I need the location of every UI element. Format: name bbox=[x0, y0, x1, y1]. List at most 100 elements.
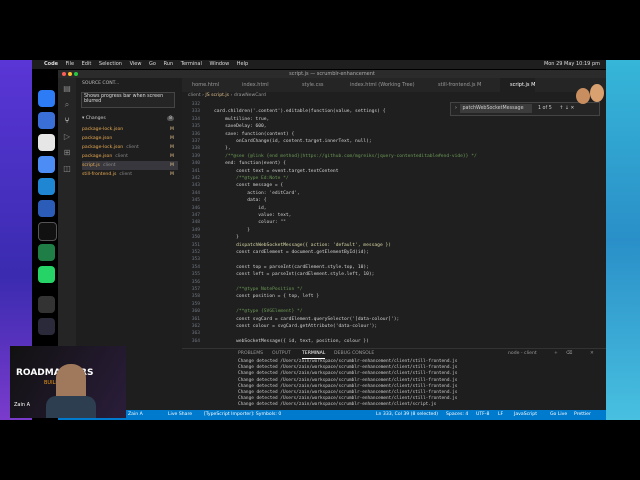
terminal-line: Change detected /Users/zain/workspace/sc… bbox=[238, 371, 458, 377]
code-editor[interactable]: 332 333 card.children('.content').editable… bbox=[182, 100, 606, 348]
menu-app[interactable]: Code bbox=[44, 61, 58, 67]
close-icon[interactable]: ✕ bbox=[590, 349, 594, 358]
file-name: package.json bbox=[82, 154, 113, 159]
extensions-icon[interactable]: ⊞ bbox=[62, 148, 72, 158]
go-live-button[interactable]: Go Live bbox=[550, 410, 567, 420]
code-line: card.children('.content').editable(funct… bbox=[214, 109, 386, 115]
line-number: 345 bbox=[191, 198, 200, 204]
line-number: 342 bbox=[191, 176, 200, 181]
line-number: 351 bbox=[191, 242, 200, 248]
changes-label: Changes bbox=[85, 116, 106, 121]
breadcrumb-file[interactable]: JS script.js bbox=[205, 93, 229, 98]
prettier-status[interactable]: Prettier bbox=[574, 410, 591, 420]
code-line: /**@type {SVGElement} */ bbox=[214, 309, 303, 315]
menu-view[interactable]: View bbox=[130, 61, 142, 67]
source-control-icon[interactable]: ⑂ bbox=[62, 116, 72, 126]
arrow-up-icon[interactable]: ↑ bbox=[559, 106, 563, 111]
menu-run[interactable]: Run bbox=[164, 61, 174, 67]
tab-output[interactable]: OUTPUT bbox=[272, 349, 291, 358]
live-share-button[interactable]: Live Share bbox=[168, 410, 192, 420]
breadcrumb-symbol[interactable]: drawNewCard bbox=[234, 93, 266, 98]
find-input[interactable]: patchWebSocketMessage bbox=[460, 104, 533, 113]
code-line: webSocketMessage({ id, text, position, c… bbox=[214, 338, 369, 344]
chevron-right-icon[interactable]: › bbox=[455, 106, 457, 111]
chrome-icon[interactable] bbox=[38, 134, 55, 151]
file-status: M bbox=[170, 163, 174, 168]
editor-tab[interactable]: index.html bbox=[232, 78, 269, 92]
editor-tab[interactable]: index.html (Working Tree) bbox=[340, 78, 415, 92]
changed-file-row[interactable]: package.json client M bbox=[82, 152, 178, 161]
line-number: 341 bbox=[191, 168, 200, 174]
menu-help[interactable]: Help bbox=[237, 61, 248, 67]
file-name: package-lock.json bbox=[82, 145, 124, 150]
changed-file-row[interactable]: package-lock.json M bbox=[82, 125, 178, 134]
code-line: const colour = svgCard.getAttribute('dat… bbox=[214, 324, 378, 329]
liveshare-user[interactable]: Zain A bbox=[128, 410, 143, 420]
changed-file-row[interactable]: package.json M bbox=[82, 134, 178, 143]
line-number: 358 bbox=[191, 294, 200, 300]
menu-edit[interactable]: Edit bbox=[82, 61, 92, 67]
run-debug-icon[interactable]: ▷ bbox=[62, 132, 72, 142]
sidebar-header: SOURCE CONT... bbox=[82, 81, 120, 86]
code-line: /**@type NotePosition */ bbox=[214, 287, 303, 292]
changes-header[interactable]: ▾ Changes 8 bbox=[82, 116, 178, 121]
breadcrumb-folder[interactable]: client bbox=[188, 93, 201, 98]
menu-terminal[interactable]: Terminal bbox=[181, 61, 202, 67]
minimize-icon[interactable] bbox=[68, 72, 72, 76]
terminal-output[interactable]: Change detected /Users/zain/workspace/sc… bbox=[182, 359, 606, 411]
maximize-icon[interactable] bbox=[74, 72, 78, 76]
remote-icon[interactable]: ◫ bbox=[62, 164, 72, 174]
window-title: script.js — scrumblr-enhancement bbox=[289, 71, 375, 77]
changed-file-row[interactable]: script.js client M bbox=[82, 161, 178, 170]
indentation[interactable]: Spaces: 4 bbox=[446, 410, 468, 420]
line-number: 347 bbox=[191, 213, 200, 218]
vscode-icon[interactable] bbox=[38, 178, 55, 195]
menu-window[interactable]: Window bbox=[209, 61, 229, 67]
tab-debug-console[interactable]: DEBUG CONSOLE bbox=[334, 349, 374, 358]
line-endings[interactable]: LF bbox=[498, 410, 503, 420]
trash-icon[interactable]: ⌫ bbox=[566, 349, 573, 358]
terminal-shell-select[interactable]: node - client bbox=[508, 349, 537, 358]
terminal-icon[interactable] bbox=[38, 222, 57, 241]
macos-menubar: Code File Edit Selection View Go Run Ter… bbox=[32, 60, 606, 69]
line-number: 346 bbox=[191, 205, 200, 211]
explorer-icon[interactable]: ▤ bbox=[62, 84, 72, 94]
editor-tab[interactable]: home.html bbox=[182, 78, 219, 92]
whatsapp-icon[interactable] bbox=[38, 266, 55, 283]
changed-file-row[interactable]: package-lock.json client M bbox=[82, 143, 178, 152]
search-icon[interactable]: ⌕ bbox=[62, 100, 72, 110]
menu-selection[interactable]: Selection bbox=[99, 61, 122, 67]
tab-terminal[interactable]: TERMINAL bbox=[302, 349, 326, 359]
line-number: 333 bbox=[191, 109, 200, 115]
finder-icon[interactable] bbox=[38, 90, 55, 107]
close-icon[interactable] bbox=[62, 72, 66, 76]
code-line: } bbox=[214, 227, 250, 233]
cursor-position[interactable]: Ln 333, Col 39 (8 selected) bbox=[376, 410, 438, 420]
editor-tab[interactable]: script.js M bbox=[500, 78, 536, 92]
encoding[interactable]: UTF-8 bbox=[476, 410, 489, 420]
add-terminal-icon[interactable]: + bbox=[554, 349, 558, 358]
slack-icon[interactable] bbox=[38, 156, 55, 173]
changed-file-row[interactable]: still-frontend.js client M bbox=[82, 170, 178, 179]
line-number: 334 bbox=[191, 116, 200, 122]
editor-tab[interactable]: still-frontend.js M bbox=[428, 78, 481, 92]
app-icon[interactable] bbox=[38, 296, 55, 313]
app-icon[interactable] bbox=[38, 318, 55, 335]
tab-label: script.js M bbox=[510, 82, 536, 88]
language-mode[interactable]: JavaScript bbox=[514, 410, 537, 420]
line-number: 355 bbox=[191, 272, 200, 278]
arrow-down-icon[interactable]: ↓ bbox=[565, 106, 569, 111]
tab-problems[interactable]: PROBLEMS bbox=[238, 349, 263, 358]
ts-importer-status[interactable]: [TypeScript Importer]: Symbols: 0 bbox=[204, 410, 281, 420]
menu-go[interactable]: Go bbox=[149, 61, 156, 67]
menubar-clock[interactable]: Mon 29 May 10:19 pm bbox=[544, 60, 600, 69]
file-folder: client bbox=[115, 154, 128, 159]
excel-icon[interactable] bbox=[38, 244, 55, 261]
menu-file[interactable]: File bbox=[66, 61, 74, 67]
close-icon[interactable]: ✕ bbox=[570, 106, 574, 111]
word-icon[interactable] bbox=[38, 200, 55, 217]
changes-count-badge: 8 bbox=[167, 116, 174, 121]
mail-icon[interactable] bbox=[38, 112, 55, 129]
line-number: 348 bbox=[191, 220, 200, 226]
editor-tab[interactable]: style.css bbox=[292, 78, 324, 92]
